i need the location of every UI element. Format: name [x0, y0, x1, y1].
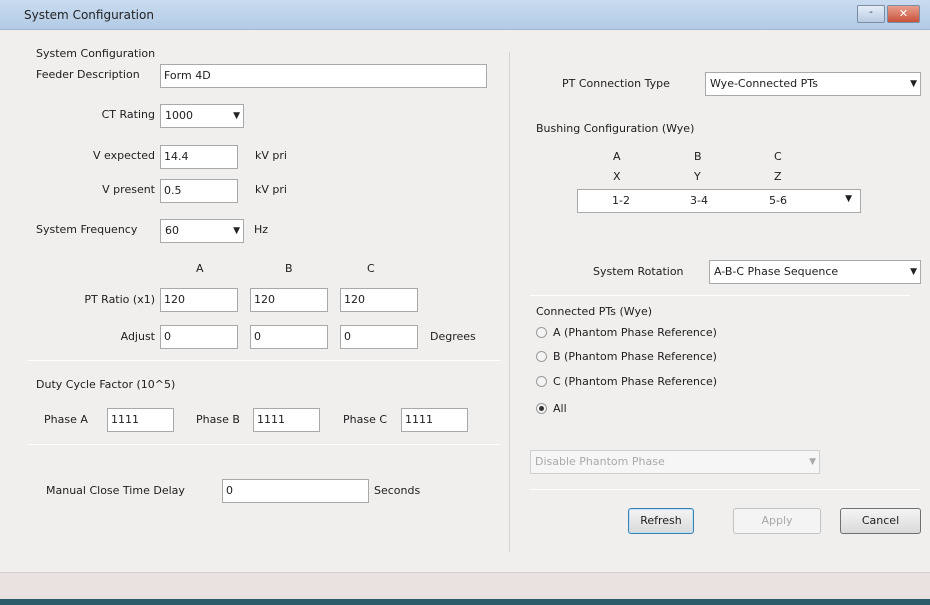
panel-divider	[509, 52, 510, 552]
chevron-down-icon: ▼	[910, 79, 917, 89]
close-delay-unit: Seconds	[374, 484, 421, 497]
pt-ratio-b-input[interactable]: 120	[250, 288, 328, 312]
bushing-sub-z: Z	[774, 170, 782, 183]
radio-icon	[536, 327, 547, 338]
phantom-phase-value: Disable Phantom Phase	[535, 455, 665, 468]
ct-rating-label: CT Rating	[101, 108, 155, 121]
system-config-group-title: System Configuration	[36, 47, 156, 60]
divider	[28, 360, 500, 361]
v-expected-label: V expected	[93, 149, 155, 162]
column-a-header: A	[196, 262, 204, 275]
refresh-button[interactable]: Refresh	[628, 508, 694, 534]
radio-icon	[536, 351, 547, 362]
bushing-select[interactable]: 1-2 3-4 5-6 ▼	[577, 189, 861, 213]
pt-ratio-a-input[interactable]: 120	[160, 288, 238, 312]
radio-checked-icon	[536, 403, 547, 414]
pt-ratio-c-input[interactable]: 120	[340, 288, 418, 312]
cancel-button[interactable]: Cancel	[840, 508, 921, 534]
bushing-head-c: C	[774, 150, 782, 163]
system-rotation-select[interactable]: A-B-C Phase Sequence ▼	[709, 260, 921, 284]
chevron-down-icon: ▼	[233, 226, 240, 236]
system-frequency-label: System Frequency	[36, 223, 138, 236]
radio-all-label: All	[553, 402, 567, 415]
system-rotation-label: System Rotation	[593, 265, 684, 278]
ct-rating-value: 1000	[165, 109, 193, 122]
taskbar-edge	[0, 599, 930, 605]
ct-rating-select[interactable]: 1000 ▼	[160, 104, 244, 128]
title-bar: System Configuration - ✕	[0, 0, 930, 30]
phase-b-label: Phase B	[196, 413, 240, 426]
radio-all[interactable]: All	[536, 402, 567, 415]
radio-c-phantom[interactable]: C (Phantom Phase Reference)	[536, 375, 717, 388]
pt-ratio-label: PT Ratio (x1)	[84, 293, 155, 306]
phantom-phase-select[interactable]: Disable Phantom Phase ▼	[530, 450, 820, 474]
bushing-value-3: 5-6	[769, 194, 787, 207]
v-expected-input[interactable]: 14.4	[160, 145, 238, 169]
pt-connection-value: Wye-Connected PTs	[710, 77, 818, 90]
bushing-config-title: Bushing Configuration (Wye)	[536, 122, 695, 135]
feeder-description-label: Feeder Description	[36, 68, 140, 81]
apply-button[interactable]: Apply	[733, 508, 821, 534]
window-title: System Configuration	[24, 8, 154, 22]
system-rotation-value: A-B-C Phase Sequence	[714, 265, 839, 278]
v-present-input[interactable]: 0.5	[160, 179, 238, 203]
v-present-unit: kV pri	[255, 183, 287, 196]
system-frequency-unit: Hz	[254, 223, 269, 236]
chevron-down-icon: ▼	[233, 111, 240, 121]
system-frequency-value: 60	[165, 224, 179, 237]
phase-b-input[interactable]: 1111	[253, 408, 320, 432]
chevron-down-icon: ▼	[910, 267, 917, 277]
radio-c-label: C (Phantom Phase Reference)	[553, 375, 718, 388]
adjust-c-input[interactable]: 0	[340, 325, 418, 349]
pt-connection-select[interactable]: Wye-Connected PTs ▼	[705, 72, 921, 96]
bushing-head-a: A	[613, 150, 621, 163]
close-delay-label: Manual Close Time Delay	[46, 484, 185, 497]
close-button[interactable]: ✕	[887, 5, 920, 23]
radio-b-phantom[interactable]: B (Phantom Phase Reference)	[536, 350, 717, 363]
adjust-b-input[interactable]: 0	[250, 325, 328, 349]
divider	[28, 444, 500, 445]
adjust-a-input[interactable]: 0	[160, 325, 238, 349]
minimize-button[interactable]: -	[857, 5, 885, 23]
degrees-label: Degrees	[430, 330, 476, 343]
phase-c-label: Phase C	[343, 413, 388, 426]
connected-pts-title: Connected PTs (Wye)	[536, 305, 653, 318]
chevron-down-icon: ▼	[809, 457, 816, 467]
duty-cycle-title: Duty Cycle Factor (10^5)	[36, 378, 176, 391]
column-b-header: B	[285, 262, 293, 275]
close-icon: ✕	[898, 7, 909, 20]
radio-a-label: A (Phantom Phase Reference)	[553, 326, 717, 339]
column-c-header: C	[367, 262, 375, 275]
v-expected-unit: kV pri	[255, 149, 287, 162]
phase-a-label: Phase A	[44, 413, 88, 426]
radio-icon	[536, 376, 547, 387]
radio-b-label: B (Phantom Phase Reference)	[553, 350, 717, 363]
bushing-sub-x: X	[613, 170, 621, 183]
bushing-head-b: B	[694, 150, 702, 163]
phase-c-input[interactable]: 1111	[401, 408, 468, 432]
feeder-description-input[interactable]: Form 4D	[160, 64, 487, 88]
phase-a-input[interactable]: 1111	[107, 408, 174, 432]
radio-a-phantom[interactable]: A (Phantom Phase Reference)	[536, 326, 717, 339]
pt-connection-label: PT Connection Type	[562, 77, 670, 90]
adjust-label: Adjust	[120, 330, 155, 343]
bushing-value-2: 3-4	[690, 194, 708, 207]
divider	[530, 489, 920, 490]
close-delay-input[interactable]: 0	[222, 479, 369, 503]
minimize-icon: -	[869, 7, 873, 18]
bushing-sub-y: Y	[694, 170, 701, 183]
divider	[530, 295, 910, 296]
bushing-value-1: 1-2	[612, 194, 630, 207]
chevron-down-icon: ▼	[845, 194, 852, 204]
v-present-label: V present	[102, 183, 155, 196]
system-frequency-select[interactable]: 60 ▼	[160, 219, 244, 243]
